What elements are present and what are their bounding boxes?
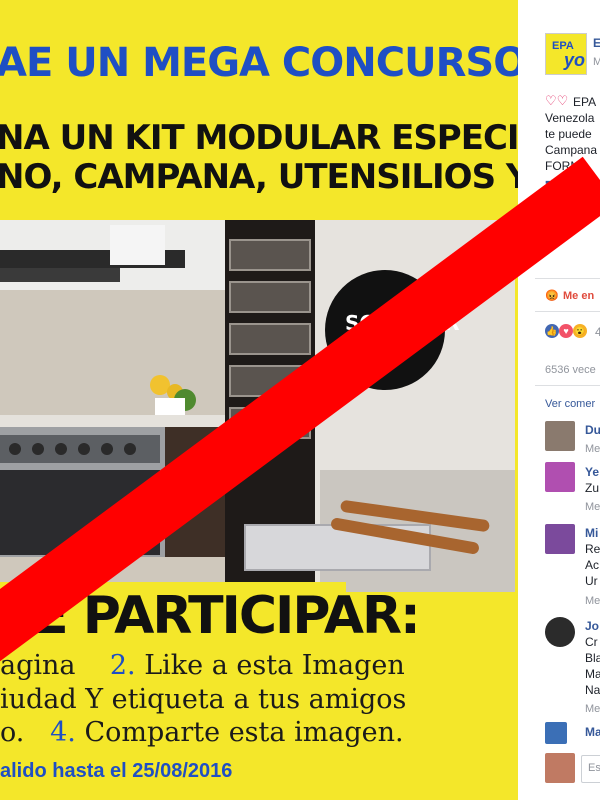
- oven-racks: [229, 239, 311, 439]
- step-1-text: agina: [0, 650, 76, 681]
- comment-text: Zu: [585, 481, 600, 495]
- comment-meta[interactable]: Me: [585, 501, 600, 513]
- reaction-icons[interactable]: 👍 ♥ 😮: [545, 324, 587, 338]
- comment-placeholder: Es: [588, 762, 600, 774]
- post-text-line-1: EPA: [573, 95, 597, 109]
- page-name-link[interactable]: E: [593, 36, 600, 50]
- page-logo[interactable]: EPA yo: [545, 33, 587, 75]
- comment-text: Na: [585, 683, 600, 697]
- step-3-end: o.: [0, 717, 25, 748]
- comment-text: Re: [585, 542, 600, 556]
- avatar[interactable]: [545, 524, 575, 554]
- comment-author[interactable]: Ye: [585, 465, 599, 479]
- comment-author[interactable]: Mi: [585, 526, 598, 540]
- liked-by-icon: 😡: [545, 290, 559, 302]
- post-image[interactable]: AE UN MEGA CONCURSO NA UN KIT MODULAR ES…: [0, 0, 518, 800]
- post-text-line-2: Venezola: [545, 111, 595, 125]
- see-comments-link[interactable]: Ver comer: [545, 398, 595, 410]
- prize-headline-line-2: NO, CAMPANA, UTENSILIOS Y MÁS: [0, 157, 518, 197]
- avatar: [545, 753, 575, 783]
- participar-title: DE PARTICIPAR:: [0, 586, 421, 646]
- validity-note: alido hasta el 25/08/2016: [0, 760, 233, 782]
- prize-headline-line-1: NA UN KIT MODULAR ESPECIAL: [0, 118, 518, 158]
- arrow-right-icon: ➡: [545, 175, 556, 189]
- kitchen-photo: SON ENFR: [0, 220, 515, 592]
- comment-meta[interactable]: Me: [585, 595, 600, 607]
- step-2-text: Like a esta Imagen: [144, 650, 405, 681]
- step-4-number: 4.: [50, 717, 76, 748]
- avatar[interactable]: [545, 462, 575, 492]
- steps-line-2: iudad Y etiqueta a tus amigos: [0, 684, 406, 715]
- liked-by-text[interactable]: Me en: [563, 290, 594, 302]
- avatar[interactable]: [545, 617, 575, 647]
- comment-meta[interactable]: Me: [585, 703, 600, 715]
- post-text-line-4: Campana: [545, 143, 598, 157]
- post-text-line-3: te puede: [545, 127, 592, 141]
- avatar[interactable]: [545, 722, 567, 744]
- reaction-count[interactable]: 4: [595, 325, 600, 339]
- post-text-line-5: FORMA: [545, 159, 589, 173]
- divider: [535, 385, 600, 386]
- steps-line-1: agina 2. Like a esta Imagen: [0, 650, 405, 681]
- comment-meta[interactable]: Me: [585, 443, 600, 455]
- page-logo-bottom: yo: [564, 50, 586, 70]
- comment-text: Ur: [585, 574, 598, 588]
- divider: [535, 278, 600, 279]
- contest-headline: AE UN MEGA CONCURSO: [0, 40, 518, 86]
- comment-author[interactable]: Du: [585, 423, 600, 437]
- comment-author[interactable]: Jo: [585, 619, 599, 633]
- step-hint: 1.: [563, 176, 574, 190]
- step-4-text: Comparte esta imagen.: [84, 717, 404, 748]
- comment-author[interactable]: Ma: [585, 725, 600, 739]
- comment-text: Bla: [585, 651, 600, 665]
- post-sidebar: EPA yo E M ♡♡ EPA Venezola te puede Camp…: [535, 0, 600, 800]
- badge-text: SON ENFR: [345, 311, 460, 335]
- divider: [535, 311, 600, 312]
- post-meta[interactable]: M: [593, 56, 600, 68]
- comment-text: Cr: [585, 635, 598, 649]
- steps-line-3: o. 4. Comparte esta imagen.: [0, 717, 404, 748]
- hearts-icon: ♡♡: [545, 93, 569, 108]
- step-2-number: 2.: [109, 650, 136, 681]
- comments-count[interactable]: 6536 vece: [545, 364, 596, 376]
- comment-text: Ma: [585, 667, 600, 681]
- comment-input[interactable]: Es: [581, 755, 600, 783]
- step-3-text: iudad Y etiqueta a tus amigos: [0, 684, 407, 715]
- comment-text: Ac: [585, 558, 600, 572]
- arrow-right-icon-2: ➡: [545, 195, 556, 209]
- avatar[interactable]: [545, 421, 575, 451]
